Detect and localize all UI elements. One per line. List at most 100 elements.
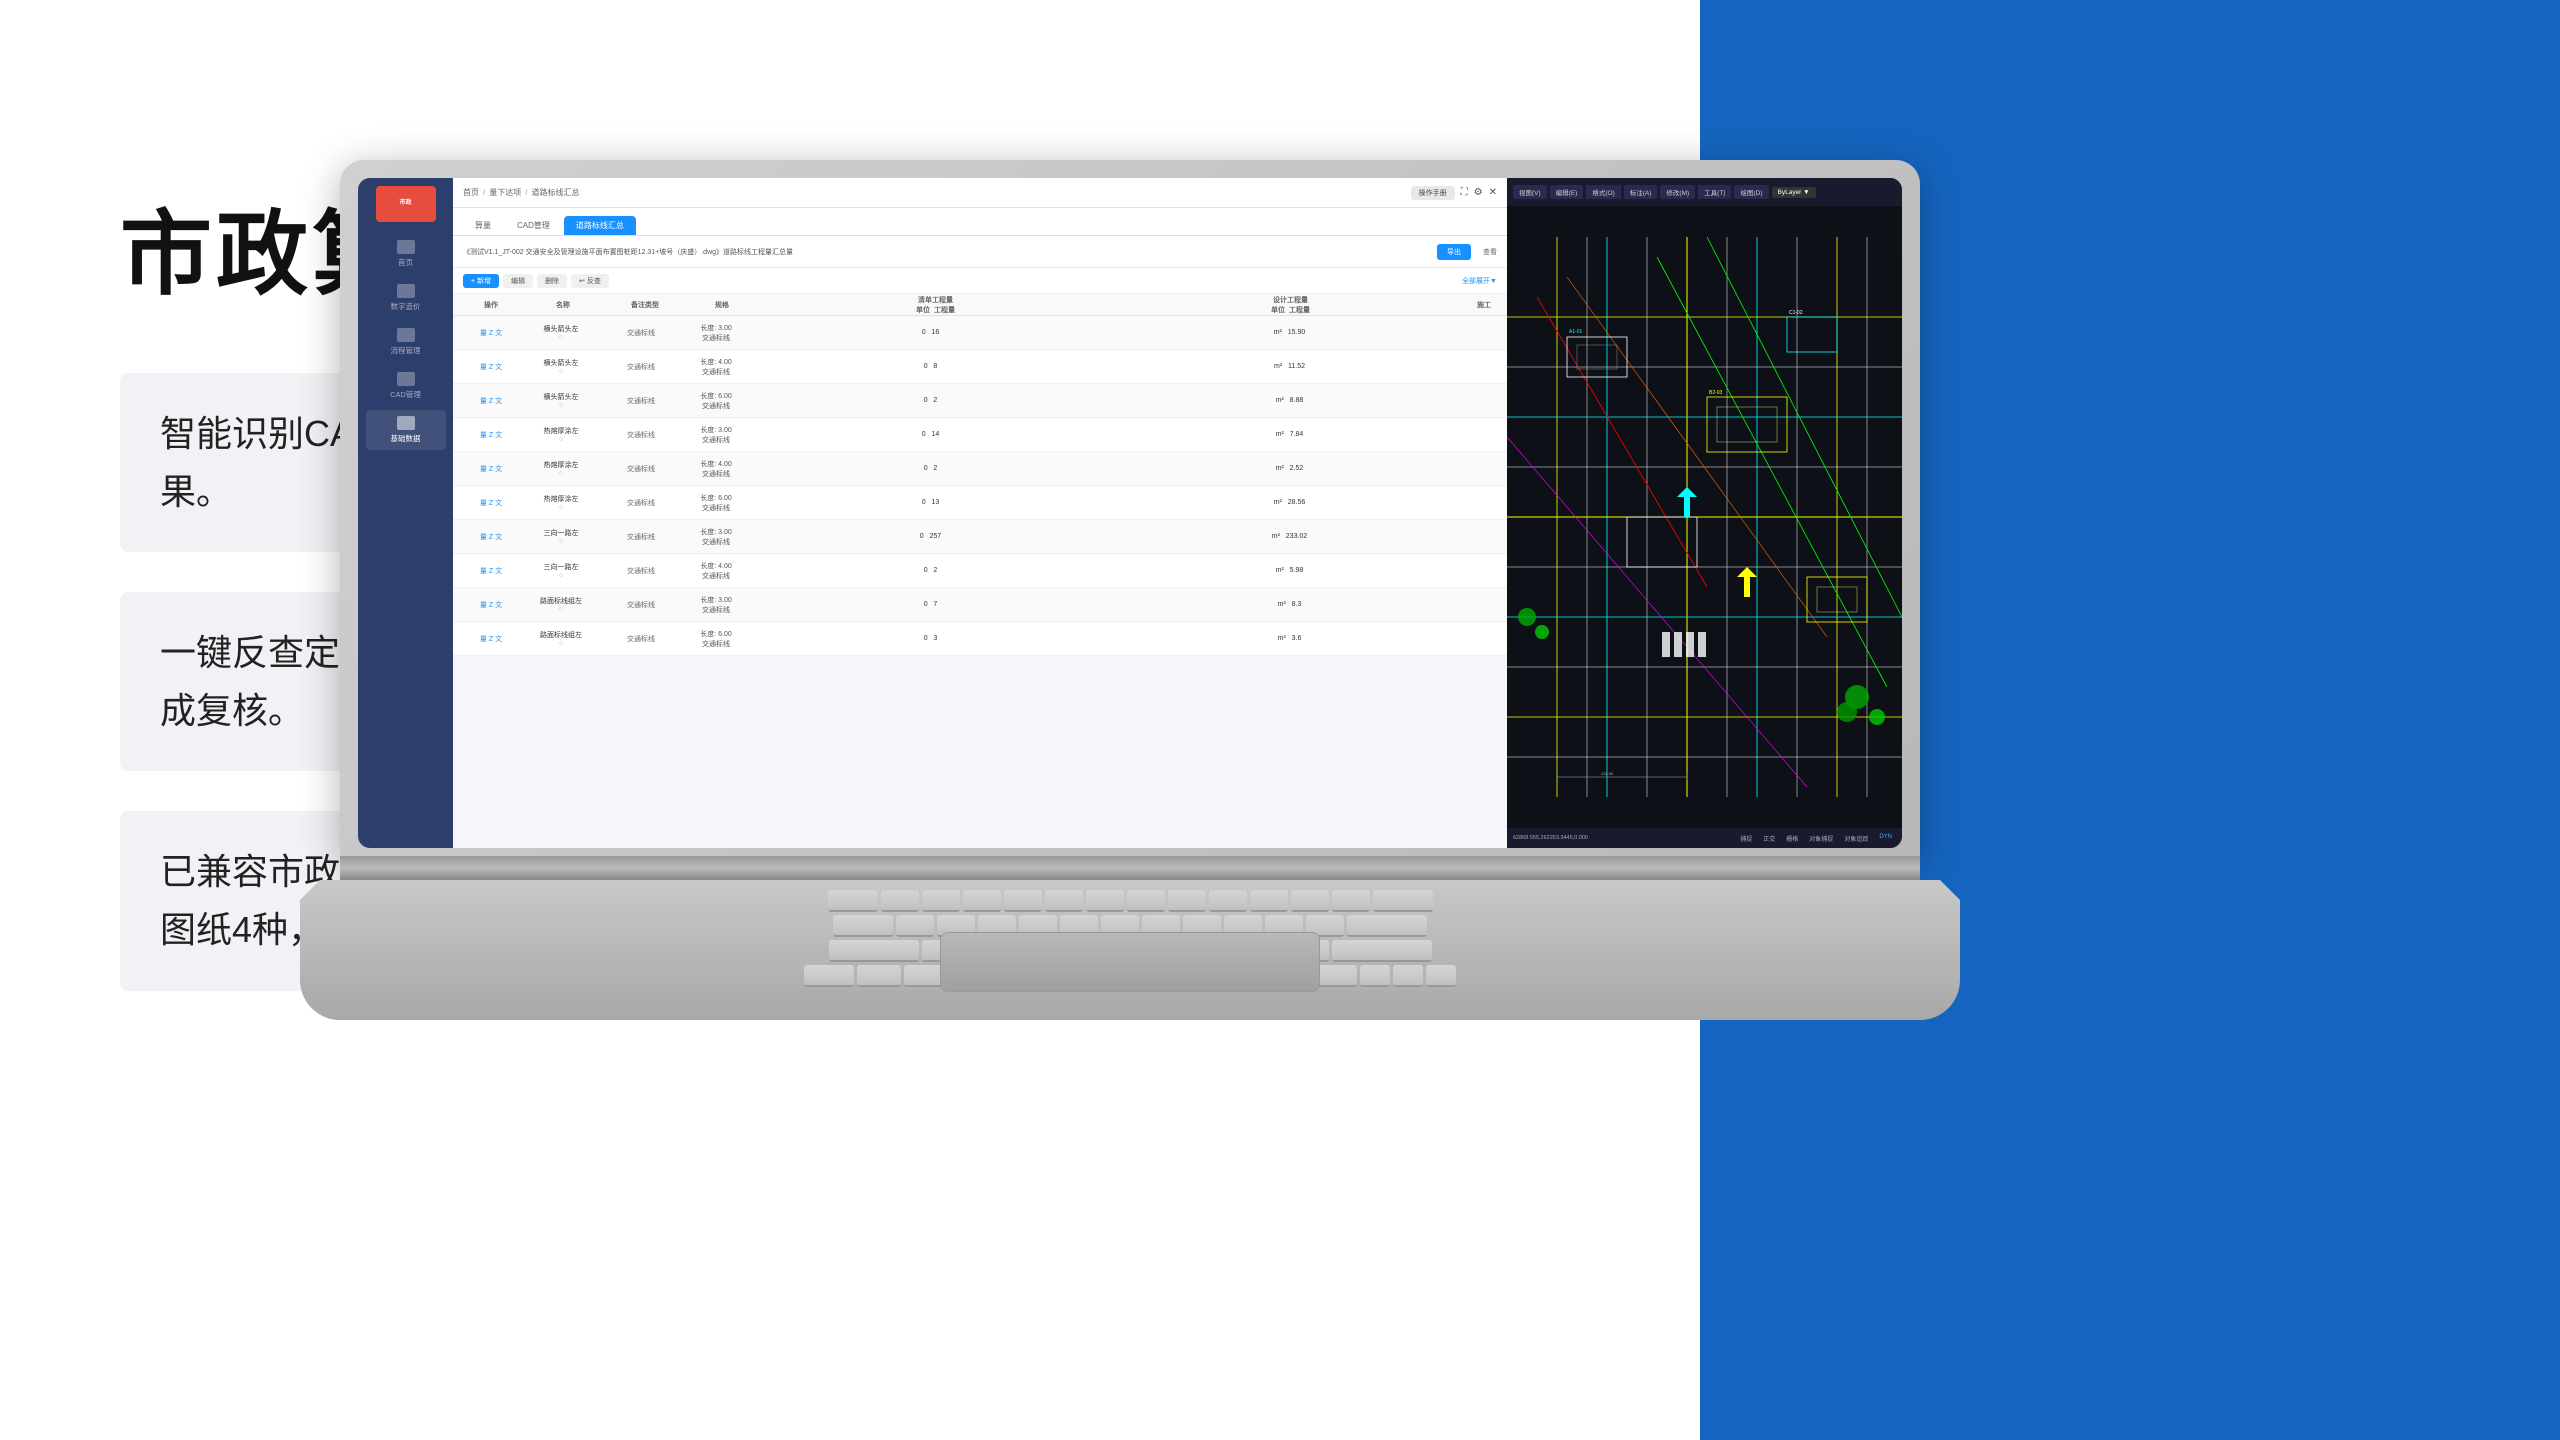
key-bracket2 <box>1332 890 1370 912</box>
row-actions-2[interactable]: 量 Z 文 <box>461 362 521 372</box>
cad-btn-modify[interactable]: 修改(M) <box>1660 185 1695 199</box>
sidebar-label-process: 流程管理 <box>391 345 421 356</box>
breadcrumb-sep-1: / <box>483 188 485 197</box>
laptop-lid: 市政 首页 数字造价 <box>340 160 1920 860</box>
row-actions-8[interactable]: 量 Z 文 <box>461 566 521 576</box>
key-ctrl <box>804 965 854 987</box>
cad-btn-view[interactable]: 视图(V) <box>1513 185 1547 199</box>
cad-btn-draw[interactable]: 绘图(D) <box>1734 185 1768 199</box>
table-row: 量 Z 文 三向一路左○ 交通标线 长度: 3.00交通标线 0 257 m² … <box>453 520 1507 554</box>
row-spec-10: 长度: 6.00交通标线 <box>681 629 751 649</box>
sidebar-item-cad[interactable]: CAD管理 <box>366 366 446 406</box>
cad-ortho-btn[interactable]: 正交 <box>1759 833 1779 844</box>
cad-snap-btn[interactable]: 捕捉 <box>1736 833 1756 844</box>
svg-text:C1-02: C1-02 <box>1789 310 1803 316</box>
tab-cad[interactable]: CAD管理 <box>505 216 562 235</box>
svg-text:A1-01: A1-01 <box>1569 329 1583 335</box>
laptop-trackpad <box>940 932 1320 992</box>
cost-icon <box>397 284 415 298</box>
export-button[interactable]: 导出 <box>1437 244 1471 260</box>
app-main: 首页 / 量下达项 / 道路标线汇总 操作手册 ⛶ <box>453 178 1507 848</box>
toolbar-add-btn[interactable]: + 新增 <box>463 274 499 288</box>
row-design-10: m² 3.6 <box>1110 635 1469 642</box>
laptop-container: 市政 首页 数字造价 <box>340 160 1960 1060</box>
row-name-8: 三向一路左○ <box>521 562 601 579</box>
table-row: 量 Z 文 三向一路左○ 交通标线 长度: 4.00交通标线 0 2 m² 5.… <box>453 554 1507 588</box>
cad-btn-tools[interactable]: 工具(T) <box>1698 185 1731 199</box>
key-right <box>1426 965 1456 987</box>
key-shift <box>829 940 919 962</box>
row-design: m² 15.90 <box>1110 329 1469 336</box>
cad-otrack-btn[interactable]: 对象追踪 <box>1840 833 1872 844</box>
cad-btn-dim[interactable]: 标注(A) <box>1624 185 1658 199</box>
row-actions[interactable]: 量 Z 文 <box>461 328 521 338</box>
expand-all-btn[interactable]: 全部展开▼ <box>1462 276 1497 286</box>
row-actions-4[interactable]: 量 Z 文 <box>461 430 521 440</box>
row-spec-6: 长度: 6.00交通标线 <box>681 493 751 513</box>
cad-btn-format[interactable]: 格式(O) <box>1586 185 1620 199</box>
row-clear-5: 0 2 <box>751 465 1110 472</box>
col-operation: 操作 <box>461 300 521 310</box>
svg-text:125.50: 125.50 <box>1601 771 1614 776</box>
row-actions-10[interactable]: 量 Z 文 <box>461 634 521 644</box>
row-clear-9: 0 7 <box>751 601 1110 608</box>
expand-icon[interactable]: ⛶ <box>1461 187 1468 198</box>
laptop: 市政 首页 数字造价 <box>340 160 1920 1020</box>
breadcrumb-current[interactable]: 道路标线汇总 <box>531 187 579 198</box>
cad-dyn-btn[interactable]: DYN <box>1875 833 1896 844</box>
cad-grid-btn[interactable]: 栅格 <box>1782 833 1802 844</box>
close-icon[interactable]: ✕ <box>1489 187 1497 198</box>
row-name-6: 热熔厚涂左○ <box>521 494 601 511</box>
table-row: 量 Z 文 路面标线组左○ 交通标线 长度: 3.00交通标线 0 7 m² 8… <box>453 588 1507 622</box>
sidebar-item-home[interactable]: 首页 <box>366 234 446 274</box>
app-topbar: 首页 / 量下达项 / 道路标线汇总 操作手册 ⛶ <box>453 178 1507 208</box>
table-header: 操作 名称 备注类型 规格 清单工程量 单位工程量 <box>453 294 1507 316</box>
row-design-2: m² 11.52 <box>1110 363 1469 370</box>
file-title-bar: 《测试V1.1_JT-002 交通安全及管理设施平面布置图桩距12.31+坡号（… <box>453 236 1507 268</box>
breadcrumb-quantity[interactable]: 量下达项 <box>489 187 521 198</box>
cad-toolbar: 视图(V) 编辑(E) 格式(O) 标注(A) 修改(M) 工具(T) 绘图(D… <box>1507 178 1902 206</box>
page-nav[interactable]: 查看 <box>1483 247 1497 257</box>
row-name-3: 横头箭头左○ <box>521 392 601 409</box>
col-construction: 施工 <box>1469 300 1499 310</box>
row-design-4: m² 7.84 <box>1110 431 1469 438</box>
row-name-5: 热熔厚涂左○ <box>521 460 601 477</box>
key-r <box>1004 890 1042 912</box>
row-name-10: 路面标线组左○ <box>521 630 601 647</box>
cad-osnap-btn[interactable]: 对象捕捉 <box>1805 833 1837 844</box>
sidebar-item-basic[interactable]: 基础数据 <box>366 410 446 450</box>
row-clear-7: 0 257 <box>751 533 1110 540</box>
toolbar-delete-btn[interactable]: 删除 <box>537 274 567 288</box>
cad-btn-layer[interactable]: ByLayer ▼ <box>1772 187 1816 198</box>
row-actions-5[interactable]: 量 Z 文 <box>461 464 521 474</box>
row-category-9: 交通标线 <box>601 600 681 610</box>
main-content: 市政算量平台 智能识别CAD图纸，快速输出算量成果。 一键反查定位，框选范围出量… <box>0 0 2560 1440</box>
row-actions-7[interactable]: 量 Z 文 <box>461 532 521 542</box>
breadcrumb-home[interactable]: 首页 <box>463 187 479 198</box>
process-icon <box>397 328 415 342</box>
laptop-screen-bezel: 市政 首页 数字造价 <box>358 178 1902 848</box>
tab-roadline[interactable]: 道路标线汇总 <box>564 216 636 235</box>
key-q <box>881 890 919 912</box>
settings-icon[interactable]: ⚙ <box>1474 187 1483 198</box>
row-actions-6[interactable]: 量 Z 文 <box>461 498 521 508</box>
sidebar-logo-text: 市政 <box>399 200 411 207</box>
sidebar-label-basic: 基础数据 <box>391 433 421 444</box>
row-spec-8: 长度: 4.00交通标线 <box>681 561 751 581</box>
toolbar-locate-btn[interactable]: ↩ 反查 <box>571 274 609 288</box>
toolbar-edit-btn[interactable]: 编辑 <box>503 274 533 288</box>
sidebar-item-cost[interactable]: 数字造价 <box>366 278 446 318</box>
row-actions-3[interactable]: 量 Z 文 <box>461 396 521 406</box>
tab-quantity[interactable]: 算量 <box>463 216 503 235</box>
row-spec: 长度: 3.00交通标线 <box>681 323 751 343</box>
cad-btn-edit[interactable]: 编辑(E) <box>1550 185 1584 199</box>
cad-statusbar: 62868.555,262263.3445,0.000 捕捉 正交 栅格 对象捕… <box>1507 828 1902 848</box>
sidebar-label-cost: 数字造价 <box>391 301 421 312</box>
table-toolbar: + 新增 编辑 删除 ↩ 反查 全部展开▼ <box>453 268 1507 294</box>
manual-button[interactable]: 操作手册 <box>1411 186 1455 200</box>
row-actions-9[interactable]: 量 Z 文 <box>461 600 521 610</box>
sidebar-item-process[interactable]: 流程管理 <box>366 322 446 362</box>
key-p <box>1250 890 1288 912</box>
row-clear-2: 0 8 <box>751 363 1110 370</box>
key-caps <box>833 915 893 937</box>
